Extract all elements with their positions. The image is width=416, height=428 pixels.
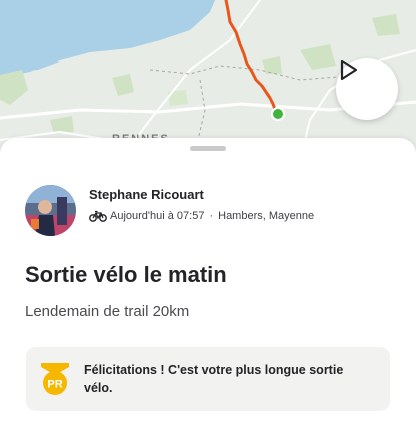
achievement-card[interactable]: PR Félicitations ! C'est votre plus long… [26, 347, 390, 411]
route-map[interactable]: RENNES [0, 0, 416, 160]
pr-medal-icon: PR [41, 363, 69, 395]
achievement-message: Félicitations ! C'est votre plus longue … [84, 363, 344, 395]
activity-location: Hambers, Mayenne [218, 210, 315, 222]
meta-separator: · [209, 210, 214, 222]
activity-description: Lendemain de trail 20km [25, 303, 190, 320]
athlete-avatar[interactable] [25, 185, 76, 236]
activity-sheet: Stephane Ricouart Aujourd'hui à 07:57 · … [0, 138, 416, 428]
play-icon [340, 59, 358, 81]
drag-handle[interactable] [190, 146, 226, 151]
activity-datetime: Aujourd'hui à 07:57 [110, 210, 205, 222]
activity-title: Sortie vélo le matin [25, 262, 227, 287]
route-end-marker [271, 107, 285, 121]
avatar-image [25, 185, 76, 236]
athlete-name[interactable]: Stephane Ricouart [89, 187, 204, 202]
activity-meta: Aujourd'hui à 07:57 · Hambers, Mayenne [89, 208, 314, 224]
replay-button[interactable] [336, 58, 398, 120]
bike-icon [89, 210, 107, 222]
pr-badge-text: PR [47, 379, 62, 391]
